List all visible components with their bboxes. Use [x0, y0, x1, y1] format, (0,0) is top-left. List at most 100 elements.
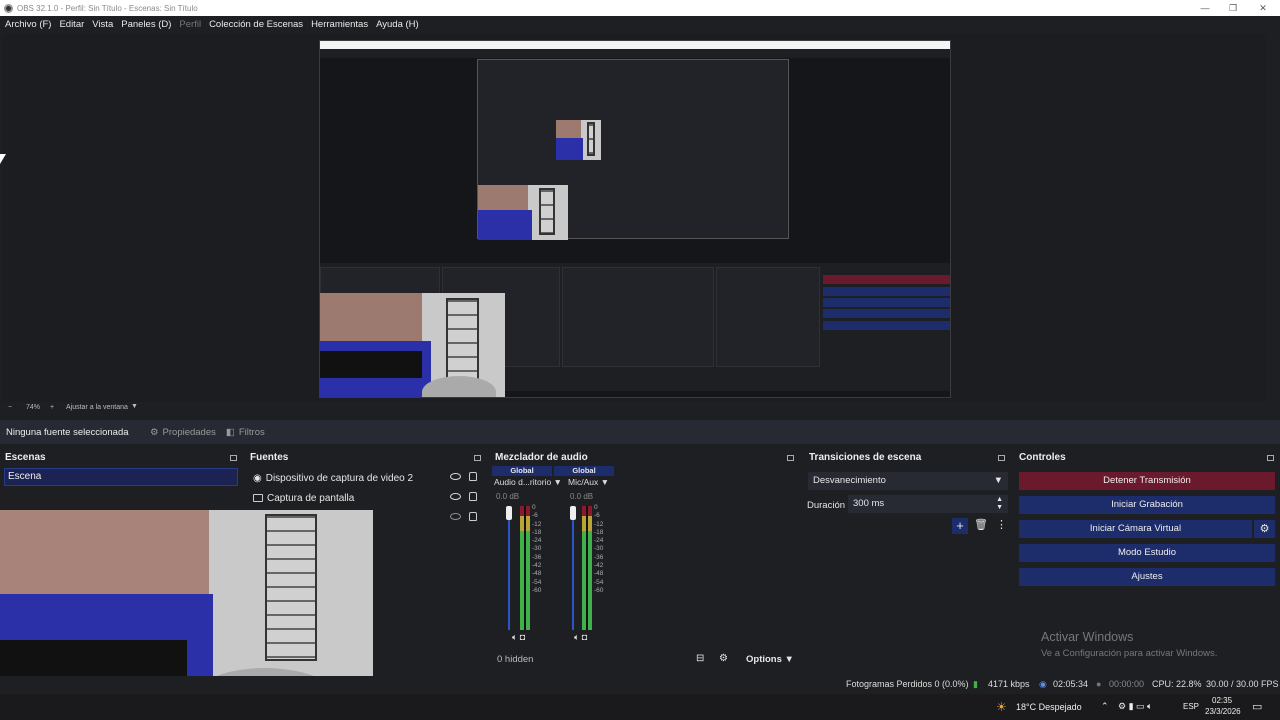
- undock-icon[interactable]: [998, 455, 1005, 461]
- lock-icon[interactable]: [469, 492, 477, 501]
- zoom-in-icon[interactable]: +: [50, 404, 54, 411]
- chevron-down-icon[interactable]: ▼: [131, 403, 138, 410]
- meter-tick: -36: [594, 553, 604, 561]
- meter-tick: -30: [594, 545, 604, 553]
- status-bar: Fotogramas Perdidos 0 (0.0%) ▮ 4171 kbps…: [0, 676, 1280, 694]
- volume-knob[interactable]: [570, 506, 576, 520]
- stop-stream-button[interactable]: Detener Transmisión: [1019, 472, 1275, 490]
- maximize-icon[interactable]: ❐: [1216, 0, 1250, 16]
- virtual-camera-settings-icon[interactable]: ⚙: [1254, 520, 1275, 538]
- meter-tick: -48: [594, 570, 604, 578]
- more-icon[interactable]: ⋮: [996, 518, 1007, 531]
- cpu-usage: CPU: 22.8%: [1152, 679, 1202, 689]
- taskbar: ☀ 18°C Despejado ⌃ ⚙ ▮ ▭ 🔈︎ ESP 02:35 23…: [0, 694, 1280, 720]
- transition-select[interactable]: Desvanecimiento ▼: [808, 472, 1008, 490]
- trash-icon[interactable]: 🗑︎: [974, 518, 988, 531]
- menu-editar[interactable]: Editar: [56, 19, 87, 30]
- monitor-icon: [253, 494, 263, 502]
- list-icon[interactable]: ⊟: [696, 653, 704, 664]
- channel-name[interactable]: Mic/Aux ▼: [568, 477, 609, 487]
- start-record-button[interactable]: Iniciar Grabación: [1019, 496, 1275, 514]
- tray-chevron-icon[interactable]: ⌃: [1101, 701, 1109, 712]
- menu-ayuda[interactable]: Ayuda (H): [373, 19, 422, 30]
- scene-item[interactable]: Escena: [4, 468, 238, 486]
- fit-window-label[interactable]: Ajustar a la ventana: [66, 404, 128, 411]
- camera-icon: ◉: [253, 472, 262, 484]
- mixer-settings-icon[interactable]: ⚙: [719, 653, 728, 664]
- notification-icon[interactable]: ▭: [1252, 700, 1262, 713]
- mute-icon[interactable]: 🔈︎ ◘: [512, 632, 525, 643]
- close-icon[interactable]: ✕: [1246, 0, 1280, 16]
- menu-herramientas[interactable]: Herramientas: [308, 19, 371, 30]
- menu-archivo[interactable]: Archivo (F): [2, 19, 54, 30]
- signal-icon: ▮: [973, 679, 978, 689]
- add-icon[interactable]: +: [952, 518, 968, 534]
- zoom-value: 74%: [26, 404, 41, 411]
- meter-ticks: 0 -6 -12 -18 -24 -30 -36 -42 -48 -54 -60: [594, 504, 603, 595]
- filters-label: Filtros: [238, 426, 265, 438]
- source-label: Captura de pantalla: [267, 492, 355, 504]
- options-button[interactable]: Options ▼: [746, 654, 794, 665]
- mute-icon[interactable]: 🔈︎ ◘: [574, 632, 587, 643]
- meter-tick: -30: [532, 545, 542, 553]
- meter-tick: 0: [594, 504, 598, 511]
- channel-name[interactable]: Audio d...ritorio ▼: [494, 477, 562, 487]
- meter-tick: 0: [532, 504, 536, 511]
- meter-tick: -60: [532, 586, 542, 594]
- language[interactable]: ESP: [1183, 702, 1199, 711]
- channel-db: 0.0 dB: [570, 492, 594, 501]
- hidden-eye-icon[interactable]: [450, 513, 461, 520]
- menu-paneles[interactable]: Paneles (D): [118, 19, 174, 30]
- meter-tick: -12: [594, 520, 604, 528]
- meter-tick: -6: [594, 512, 600, 520]
- meter-tick: -18: [532, 528, 542, 536]
- studio-mode-button[interactable]: Modo Estudio: [1019, 544, 1275, 562]
- volume-slider[interactable]: [508, 510, 510, 630]
- preview-canvas[interactable]: [319, 40, 951, 398]
- clock-date[interactable]: 23/3/2026: [1205, 707, 1241, 716]
- bitrate: 4171 kbps: [988, 679, 1030, 689]
- source-item[interactable]: ◉ Dispositivo de captura de video 2: [250, 468, 482, 488]
- undock-icon[interactable]: [787, 455, 794, 461]
- volume-slider[interactable]: [572, 510, 574, 630]
- volume-knob[interactable]: [506, 506, 512, 520]
- meter-tick: -24: [594, 537, 604, 545]
- source-item[interactable]: Captura de pantalla: [250, 488, 482, 508]
- undock-icon[interactable]: [474, 455, 481, 461]
- undock-icon[interactable]: [230, 455, 237, 461]
- title-bar: OBS 32.1.0 - Perfil: Sin Título - Escena…: [0, 0, 1280, 16]
- menu-perfil[interactable]: Perfil: [176, 19, 204, 30]
- nested-preview: [477, 59, 789, 240]
- properties-label: Propiedades: [162, 426, 216, 438]
- menu-coleccion[interactable]: Colección de Escenas: [206, 19, 306, 30]
- duration-input[interactable]: 300 ms ▲ ▼: [848, 495, 1008, 513]
- virtual-camera-button[interactable]: Iniciar Cámara Virtual: [1019, 520, 1252, 538]
- visibility-eye-icon[interactable]: [450, 493, 461, 500]
- zoom-bar: − 74% + Ajustar a la ventana ▼: [0, 402, 1280, 416]
- record-icon: ●: [1096, 679, 1102, 689]
- zoom-out-icon[interactable]: −: [8, 404, 12, 411]
- weather-text[interactable]: 18°C Despejado: [1016, 702, 1082, 712]
- filters-button[interactable]: ◧ Filtros: [226, 427, 265, 438]
- no-source-label: Ninguna fuente seleccionada: [6, 426, 129, 438]
- menu-vista[interactable]: Vista: [89, 19, 116, 30]
- meter-tick: -18: [594, 528, 604, 536]
- tray-icons[interactable]: ⚙ ▮ ▭ 🔈︎: [1118, 701, 1152, 712]
- lock-icon[interactable]: [469, 512, 477, 521]
- nested-camera-2: [478, 185, 568, 240]
- meter-tick: -42: [594, 562, 604, 570]
- meter-tick: -48: [532, 570, 542, 578]
- duration-label: Duración: [807, 500, 846, 511]
- obs-logo-icon: [4, 3, 13, 13]
- meter-tick: -54: [594, 578, 604, 586]
- undock-icon[interactable]: [1267, 455, 1274, 461]
- activate-windows-subtitle: Ve a Configuración para activar Windows.: [1041, 648, 1218, 659]
- level-meter: [520, 506, 530, 630]
- clock-time[interactable]: 02:35: [1212, 696, 1232, 705]
- properties-button[interactable]: ⚙ Propiedades: [150, 427, 216, 438]
- lock-icon[interactable]: [469, 472, 477, 481]
- gear-icon: ⚙: [150, 426, 159, 438]
- window-title: OBS 32.1.0 - Perfil: Sin Título - Escena…: [17, 3, 198, 13]
- visibility-eye-icon[interactable]: [450, 473, 461, 480]
- settings-button[interactable]: Ajustes: [1019, 568, 1275, 586]
